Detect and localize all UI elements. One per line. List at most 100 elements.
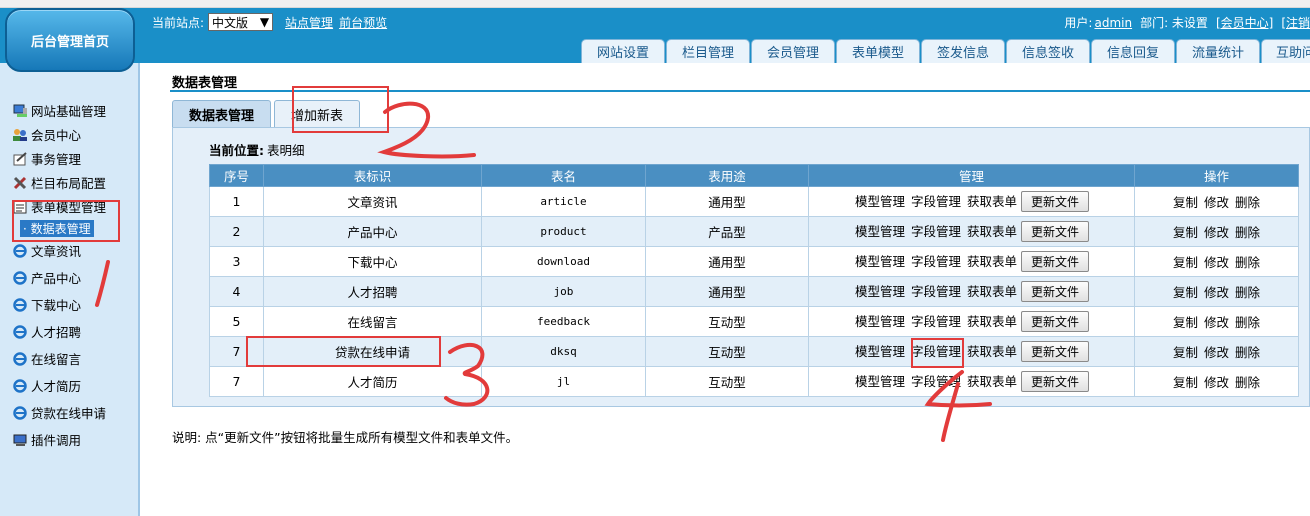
sidebar-item-resumes[interactable]: 人才简历	[12, 376, 81, 395]
get-form-link[interactable]: 获取表单	[967, 284, 1017, 299]
sidebar-item-member-center[interactable]: 会员中心	[12, 125, 81, 144]
model-manage-link[interactable]: 模型管理	[855, 224, 905, 239]
table-row: 5 在线留言 feedback 互动型 模型管理 字段管理 获取表单 更新文件 复制 修改 …	[209, 306, 1299, 337]
get-form-link[interactable]: 获取表单	[967, 314, 1017, 329]
edit-link[interactable]: 修改	[1204, 255, 1229, 270]
edit-link[interactable]: 修改	[1204, 195, 1229, 210]
delete-link[interactable]: 删除	[1235, 225, 1260, 240]
sidebar-item-jobs[interactable]: 人才招聘	[12, 322, 81, 341]
sidebar-item-plugins[interactable]: 插件调用	[12, 430, 81, 449]
subtab-table-manage[interactable]: 数据表管理	[172, 100, 272, 127]
delete-link[interactable]: 删除	[1235, 375, 1260, 390]
field-manage-link[interactable]: 字段管理	[911, 374, 961, 389]
sidebar-item-loan-apply[interactable]: 贷款在线申请	[12, 403, 106, 422]
tab-issue-info[interactable]: 签发信息	[921, 39, 1005, 63]
note-text: 说明: 点“更新文件”按钮将批量生成所有模型文件和表单文件。	[172, 430, 519, 445]
field-manage-link[interactable]: 字段管理	[911, 194, 961, 209]
update-file-button[interactable]: 更新文件	[1021, 251, 1090, 272]
model-manage-link[interactable]: 模型管理	[855, 314, 905, 329]
copy-link[interactable]: 复制	[1173, 255, 1198, 270]
copy-link[interactable]: 复制	[1173, 345, 1198, 360]
update-file-button[interactable]: 更新文件	[1021, 281, 1090, 302]
update-file-button[interactable]: 更新文件	[1021, 191, 1090, 212]
manage-cell: 模型管理 字段管理 获取表单 更新文件	[808, 306, 1135, 337]
sidebar-item-label: 贷款在线申请	[31, 406, 107, 421]
copy-link[interactable]: 复制	[1173, 225, 1198, 240]
logout-link[interactable]: [注销	[1281, 16, 1310, 30]
model-manage-link[interactable]: 模型管理	[855, 284, 905, 299]
sidebar-item-label: 会员中心	[31, 128, 82, 143]
delete-link[interactable]: 删除	[1235, 315, 1260, 330]
tab-column-manage[interactable]: 栏目管理	[666, 39, 750, 63]
col-header: 表标识	[263, 164, 482, 187]
update-file-button[interactable]: 更新文件	[1021, 311, 1090, 332]
delete-link[interactable]: 删除	[1235, 195, 1260, 210]
model-manage-link[interactable]: 模型管理	[855, 344, 905, 359]
site-select[interactable]: 中文版 ▼	[208, 13, 274, 31]
sidebar-item-articles[interactable]: 文章资讯	[12, 241, 81, 260]
sidebar-item-label: 产品中心	[31, 271, 82, 286]
edit-link[interactable]: 修改	[1204, 225, 1229, 240]
tab-traffic-stats[interactable]: 流量统计	[1176, 39, 1260, 63]
sidebar-item-label: 文章资讯	[31, 244, 82, 259]
ie-icon	[12, 324, 28, 340]
field-manage-link[interactable]: 字段管理	[911, 224, 961, 239]
sidebar-item-feedback[interactable]: 在线留言	[12, 349, 81, 368]
tab-info-receive[interactable]: 信息签收	[1006, 39, 1090, 63]
edit-link[interactable]: 修改	[1204, 375, 1229, 390]
tools-icon	[12, 175, 28, 191]
delete-link[interactable]: 删除	[1235, 255, 1260, 270]
table-name: product	[481, 216, 646, 247]
table-use: 产品型	[645, 216, 809, 247]
site-row: 当前站点: 中文版 ▼ 站点管理 前台预览	[152, 12, 387, 32]
col-header: 管理	[808, 164, 1135, 187]
sidebar-item-affairs[interactable]: 事务管理	[12, 149, 81, 168]
sidebar-item-downloads[interactable]: 下载中心	[12, 295, 81, 314]
copy-link[interactable]: 复制	[1173, 285, 1198, 300]
update-file-button[interactable]: 更新文件	[1021, 341, 1090, 362]
delete-link[interactable]: 删除	[1235, 345, 1260, 360]
tab-form-model[interactable]: 表单模型	[836, 39, 920, 63]
get-form-link[interactable]: 获取表单	[967, 194, 1017, 209]
tab-site-settings[interactable]: 网站设置	[581, 39, 665, 63]
get-form-link[interactable]: 获取表单	[967, 254, 1017, 269]
front-preview-link[interactable]: 前台预览	[339, 14, 387, 31]
model-manage-link[interactable]: 模型管理	[855, 194, 905, 209]
field-manage-link[interactable]: 字段管理	[911, 254, 961, 269]
sidebar-item-column-layout[interactable]: 栏目布局配置	[12, 173, 106, 192]
sidebar-item-label: 事务管理	[31, 152, 82, 167]
annotation-box-2	[292, 86, 389, 133]
update-file-button[interactable]: 更新文件	[1021, 371, 1090, 392]
user-name-link[interactable]: admin	[1094, 16, 1132, 30]
site-manage-link[interactable]: 站点管理	[285, 14, 333, 31]
tab-member-manage[interactable]: 会员管理	[751, 39, 835, 63]
task-icon	[12, 151, 28, 167]
member-center-link[interactable]: [会员中心]	[1216, 16, 1273, 30]
delete-link[interactable]: 删除	[1235, 285, 1260, 300]
table-row: 7 人才简历 jl 互动型 模型管理 字段管理 获取表单 更新文件 复制 修改 删除	[209, 366, 1299, 397]
sidebar-item-site-basic[interactable]: 网站基础管理	[12, 101, 106, 120]
get-form-link[interactable]: 获取表单	[967, 374, 1017, 389]
edit-link[interactable]: 修改	[1204, 345, 1229, 360]
get-form-link[interactable]: 获取表单	[967, 224, 1017, 239]
get-form-link[interactable]: 获取表单	[967, 344, 1017, 359]
copy-link[interactable]: 复制	[1173, 315, 1198, 330]
sidebar-item-products[interactable]: 产品中心	[12, 268, 81, 287]
tab-mutual-help[interactable]: 互助问	[1261, 39, 1310, 63]
model-manage-link[interactable]: 模型管理	[855, 374, 905, 389]
update-file-button[interactable]: 更新文件	[1021, 221, 1090, 242]
table-label: 人才招聘	[263, 276, 482, 307]
copy-link[interactable]: 复制	[1173, 195, 1198, 210]
breadcrumb: 当前位置: 表明细	[209, 140, 305, 159]
copy-link[interactable]: 复制	[1173, 375, 1198, 390]
edit-link[interactable]: 修改	[1204, 315, 1229, 330]
sidebar-item-label: 下载中心	[31, 298, 82, 313]
table-use: 互动型	[645, 306, 809, 337]
field-manage-link[interactable]: 字段管理	[911, 314, 961, 329]
edit-link[interactable]: 修改	[1204, 285, 1229, 300]
sidebar-item-label: 在线留言	[31, 352, 82, 367]
field-manage-link[interactable]: 字段管理	[911, 284, 961, 299]
tab-info-reply[interactable]: 信息回复	[1091, 39, 1175, 63]
admin-home-button[interactable]: 后台管理首页	[5, 8, 135, 72]
model-manage-link[interactable]: 模型管理	[855, 254, 905, 269]
